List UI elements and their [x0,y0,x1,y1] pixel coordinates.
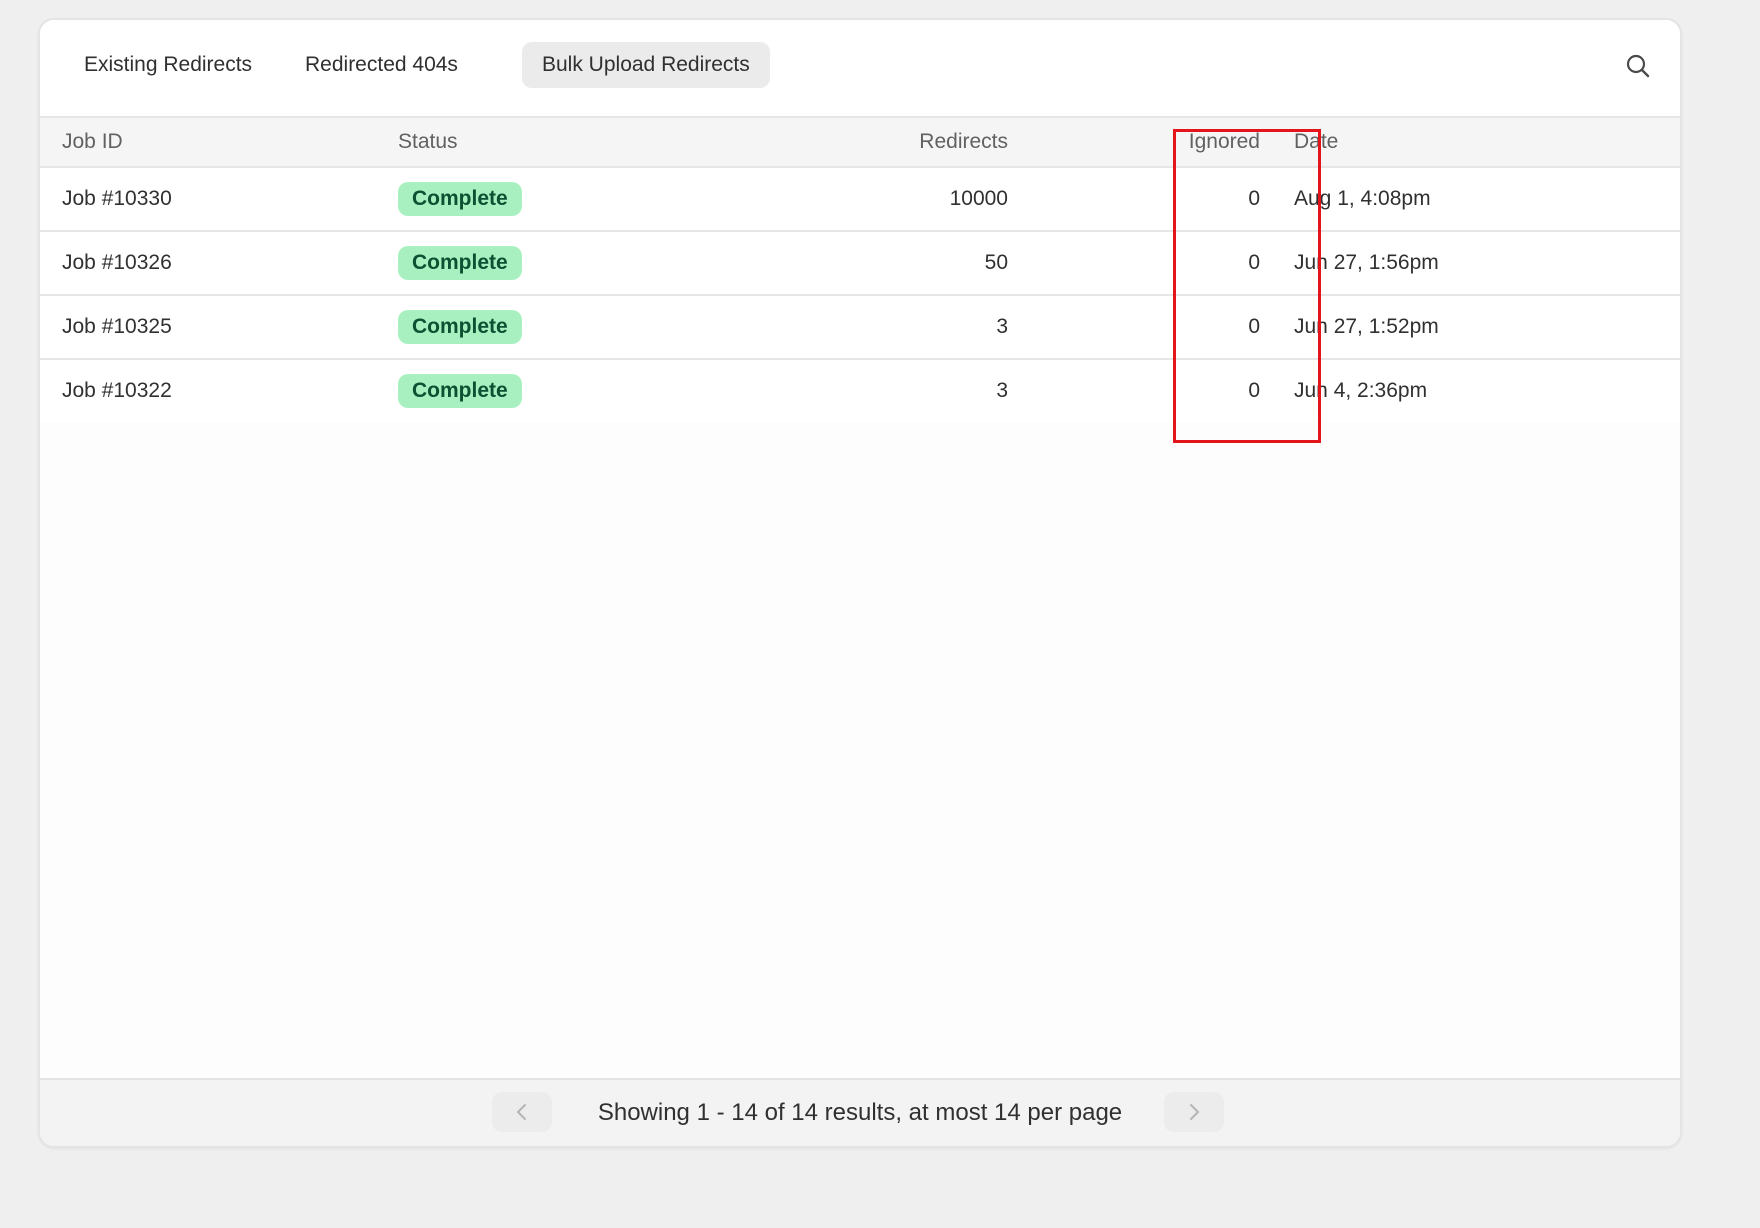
chevron-right-icon [1190,1104,1199,1120]
column-header-date[interactable]: Date [1294,118,1338,166]
redirects-cell: 3 [996,379,1008,402]
table-row[interactable]: Job #10330 Complete 10000 0 Aug 1, 4:08p… [40,168,1680,232]
ignored-cell: 0 [1248,315,1260,338]
date-cell: Aug 1, 4:08pm [1294,187,1431,210]
next-page-button[interactable] [1164,1092,1224,1132]
pagination-summary: Showing 1 - 14 of 14 results, at most 14… [597,1099,1123,1126]
job-id-cell: Job #10322 [62,379,172,402]
chevron-left-icon [517,1104,526,1120]
status-badge: Complete [398,182,522,216]
job-id-cell: Job #10325 [62,315,172,338]
tab-redirected-404s[interactable]: Redirected 404s [285,42,478,88]
job-id-cell: Job #10326 [62,251,172,274]
status-badge: Complete [398,374,522,408]
job-id-cell: Job #10330 [62,187,172,210]
date-cell: Jun 27, 1:52pm [1294,315,1439,338]
bulk-upload-jobs-table: Job ID Status Redirects Ignored Date Job… [40,116,1680,422]
table-row[interactable]: Job #10322 Complete 3 0 Jun 4, 2:36pm [40,360,1680,422]
tab-bulk-upload-redirects[interactable]: Bulk Upload Redirects [522,42,770,88]
table-header: Job ID Status Redirects Ignored Date [40,116,1680,168]
search-button[interactable] [1622,50,1654,82]
column-header-status[interactable]: Status [398,118,458,166]
table-row[interactable]: Job #10325 Complete 3 0 Jun 27, 1:52pm [40,296,1680,360]
ignored-cell: 0 [1248,251,1260,274]
redirects-panel: Existing Redirects Redirected 404s Bulk … [38,18,1682,1148]
date-cell: Jun 4, 2:36pm [1294,379,1428,402]
status-badge: Complete [398,246,522,280]
search-icon [1626,54,1650,78]
previous-page-button[interactable] [492,1092,552,1132]
column-header-job-id[interactable]: Job ID [62,118,123,166]
ignored-cell: 0 [1248,187,1260,210]
date-cell: Jun 27, 1:56pm [1294,251,1439,274]
redirects-cell: 3 [996,315,1008,338]
pagination-bar: Showing 1 - 14 of 14 results, at most 14… [40,1078,1680,1146]
status-badge: Complete [398,310,522,344]
column-header-ignored[interactable]: Ignored [1189,118,1260,166]
table-row[interactable]: Job #10326 Complete 50 0 Jun 27, 1:56pm [40,232,1680,296]
ignored-cell: 0 [1248,379,1260,402]
redirects-cell: 50 [984,251,1008,274]
redirects-cell: 10000 [949,187,1008,210]
tab-existing-redirects[interactable]: Existing Redirects [64,42,272,88]
column-header-redirects[interactable]: Redirects [919,118,1008,166]
tab-bar: Existing Redirects Redirected 404s Bulk … [40,20,1680,116]
